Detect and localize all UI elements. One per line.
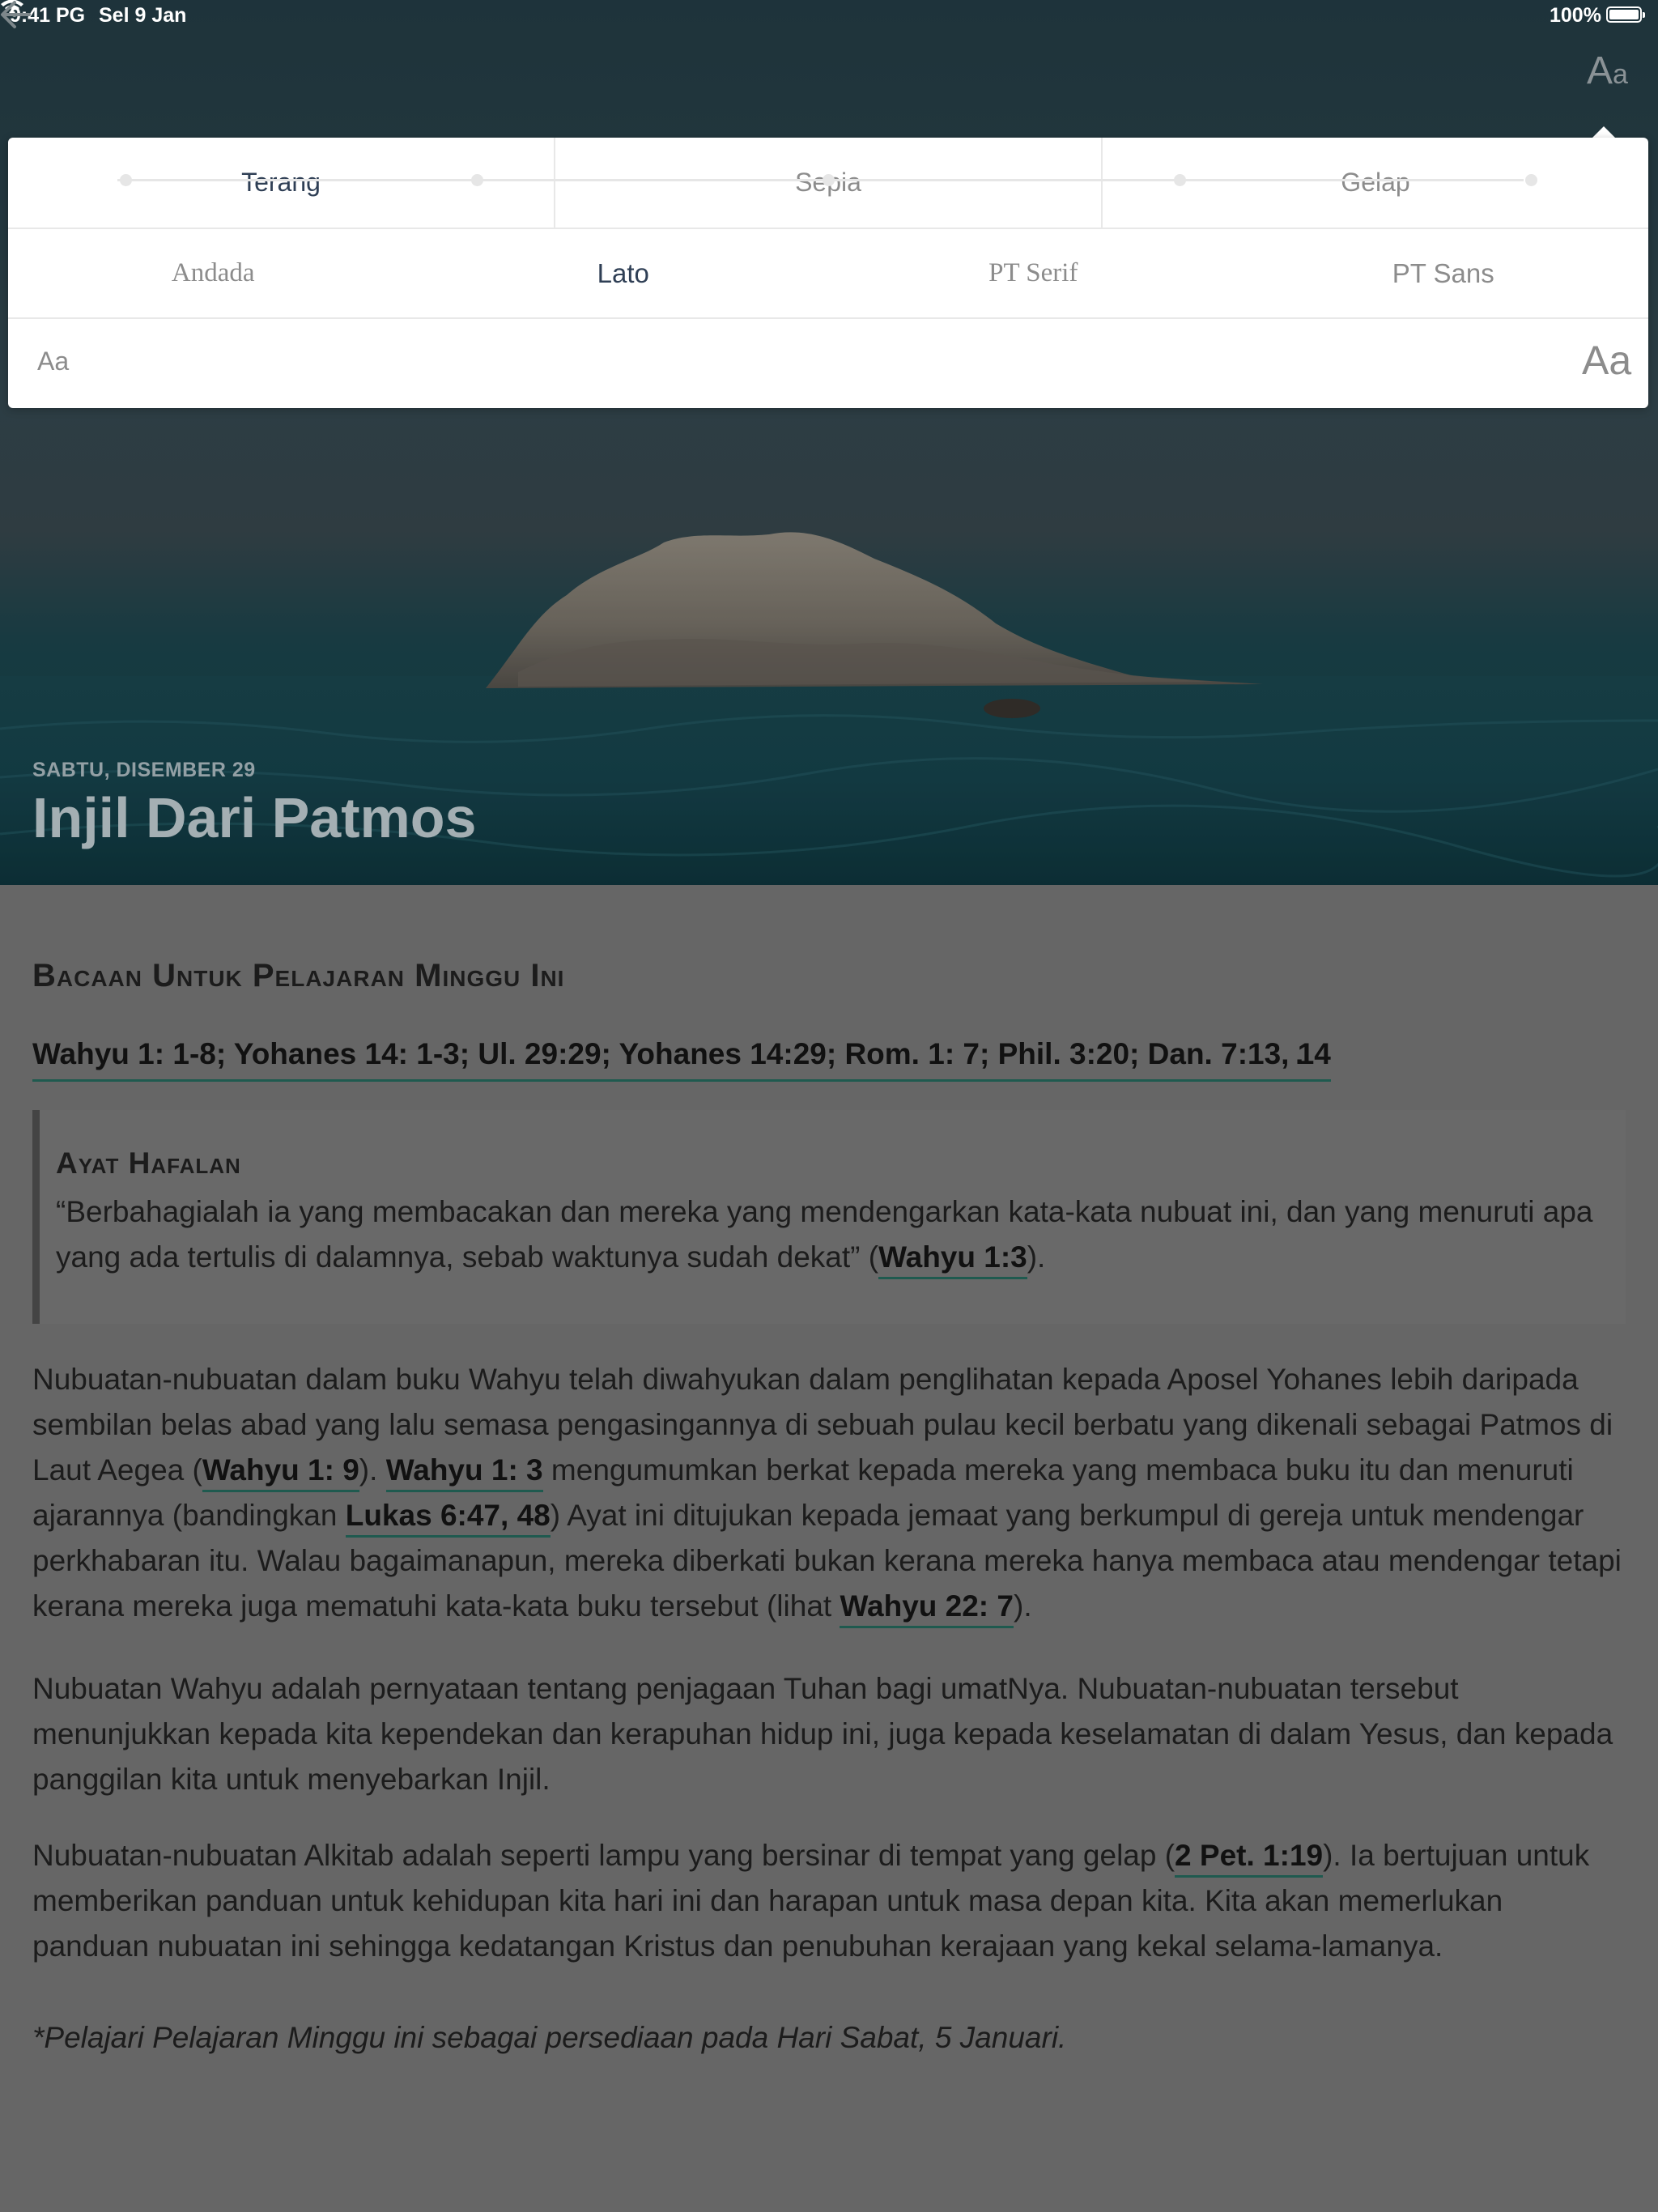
section-heading: Bacaan Untuk Pelajaran Minggu Ini bbox=[32, 958, 565, 993]
slider-step[interactable] bbox=[120, 174, 132, 186]
slider-step[interactable] bbox=[1525, 174, 1537, 186]
text-size-icon[interactable]: Aa bbox=[1587, 49, 1628, 93]
verse-link[interactable]: Wahyu 1:3 bbox=[878, 1240, 1027, 1279]
font-selector: Andada Lato PT Serif PT Sans bbox=[8, 229, 1648, 319]
font-size-large-label: Aa bbox=[1582, 338, 1632, 383]
status-date: Sel 9 Jan bbox=[99, 4, 187, 27]
paragraph: Nubuatan-nubuatan dalam buku Wahyu telah… bbox=[32, 1357, 1626, 1629]
paragraph: Nubuatan Wahyu adalah pernyataan tentang… bbox=[32, 1672, 1613, 1796]
lesson-title: Injil Dari Patmos bbox=[32, 786, 477, 849]
verse-link[interactable]: Wahyu 1: 9 bbox=[202, 1453, 359, 1492]
battery-icon bbox=[1606, 6, 1645, 23]
font-option-pt-serif[interactable]: PT Serif bbox=[828, 229, 1239, 317]
lesson-hero: 9:41 PG Sel 9 Jan 100% Aa SABTU, DISEMBE… bbox=[0, 0, 1658, 885]
verse-link[interactable]: Wahyu 22: 7 bbox=[840, 1589, 1014, 1628]
arrow-left-icon[interactable] bbox=[0, 0, 32, 29]
font-size-small-label: Aa bbox=[37, 347, 70, 376]
verse-link[interactable]: Wahyu 1: 3 bbox=[385, 1453, 543, 1492]
font-size-slider[interactable] bbox=[117, 179, 1524, 181]
font-option-lato[interactable]: Lato bbox=[419, 229, 829, 317]
popover-arrow bbox=[1592, 126, 1616, 138]
memory-verse-box: Ayat Hafalan “Berbahagialah ia yang memb… bbox=[32, 1110, 1626, 1324]
status-bar: 9:41 PG Sel 9 Jan 100% bbox=[0, 0, 1658, 32]
font-option-pt-sans[interactable]: PT Sans bbox=[1239, 229, 1649, 317]
memory-verse-text: “Berbahagialah ia yang membacakan dan me… bbox=[56, 1189, 1610, 1280]
study-note: *Pelajari Pelajaran Minggu ini sebagai p… bbox=[32, 2021, 1067, 2054]
hero-overlay bbox=[0, 0, 1658, 885]
verse-link[interactable]: Lukas 6:47, 48 bbox=[345, 1499, 551, 1538]
slider-step[interactable] bbox=[823, 174, 835, 186]
paragraph: Nubuatan-nubuatan Alkitab adalah seperti… bbox=[32, 1839, 1590, 1963]
readings-period: . bbox=[1295, 1037, 1304, 1070]
readings-link[interactable]: Wahyu 1: 1-8; Yohanes 14: 1-3; Ul. 29:29… bbox=[32, 1037, 1331, 1082]
verse-link[interactable]: 2 Pet. 1:19 bbox=[1175, 1839, 1324, 1878]
battery-percent: 100% bbox=[1550, 4, 1601, 27]
lesson-date: SABTU, DISEMBER 29 bbox=[32, 759, 256, 781]
font-option-andada[interactable]: Andada bbox=[8, 229, 419, 317]
font-size-row: Aa Aa bbox=[8, 319, 1648, 408]
memory-verse-title: Ayat Hafalan bbox=[56, 1146, 241, 1180]
slider-step[interactable] bbox=[471, 174, 483, 186]
slider-step[interactable] bbox=[1174, 174, 1186, 186]
